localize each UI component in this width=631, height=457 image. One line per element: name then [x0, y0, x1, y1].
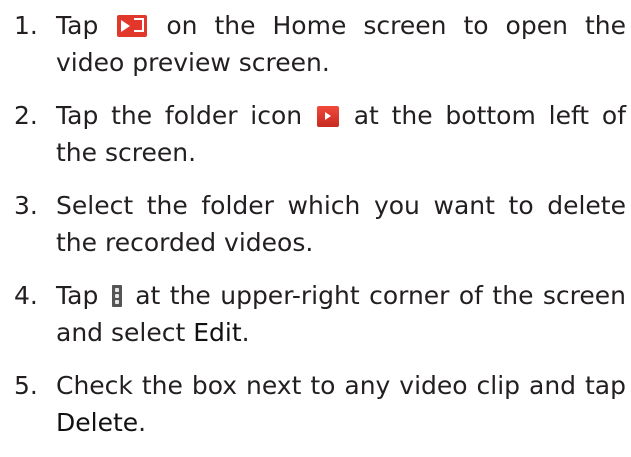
- step-5: 5. Check the box next to any video clip …: [14, 367, 626, 441]
- delete-label: Delete: [56, 408, 139, 437]
- step-4: 4. Tap at the upper-right corner of the …: [14, 277, 626, 351]
- step-number: 2.: [14, 101, 38, 130]
- step-1: 1. Tap on the Home screen to open the vi…: [14, 7, 626, 81]
- video-app-icon: [117, 15, 148, 37]
- step-number: 1.: [14, 11, 38, 40]
- step-number: 3.: [14, 191, 38, 220]
- step-number: 5.: [14, 371, 38, 400]
- instruction-list: 1. Tap on the Home screen to open the vi…: [14, 0, 626, 457]
- step-number: 4.: [14, 281, 38, 310]
- video-folder-icon: [316, 106, 339, 127]
- step-text: Check the box next to any video clip and…: [56, 371, 626, 437]
- step-2: 2. Tap the folder icon at the bottom lef…: [14, 97, 626, 171]
- step-text: Tap the folder icon at the bottom left o…: [56, 101, 626, 167]
- step-text: Select the folder which you want to dele…: [56, 191, 626, 257]
- step-text: Tap on the Home screen to open the video…: [56, 11, 626, 77]
- menu-icon: [111, 285, 122, 307]
- step-3: 3. Select the folder which you want to d…: [14, 187, 626, 261]
- edit-label: Edit: [193, 318, 242, 347]
- step-text: Tap at the upper-right corner of the scr…: [56, 281, 626, 347]
